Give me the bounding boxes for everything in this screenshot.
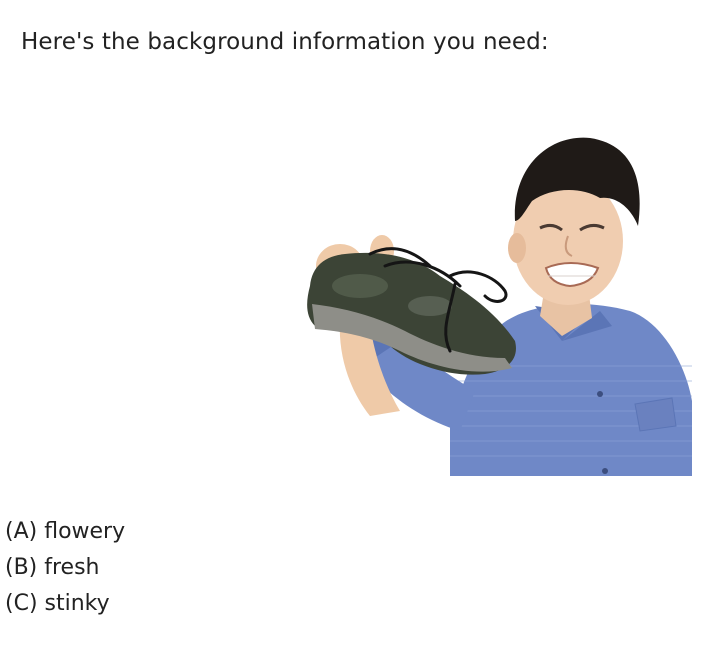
answer-choices: (A) flowery (B) fresh (C) stinky <box>5 514 125 622</box>
choice-c[interactable]: (C) stinky <box>5 586 125 622</box>
choice-a[interactable]: (A) flowery <box>5 514 125 550</box>
intro-text: Here's the background information you ne… <box>21 29 549 55</box>
boy-holding-smelly-shoe-photo <box>307 137 692 476</box>
choice-b[interactable]: (B) fresh <box>5 550 125 586</box>
